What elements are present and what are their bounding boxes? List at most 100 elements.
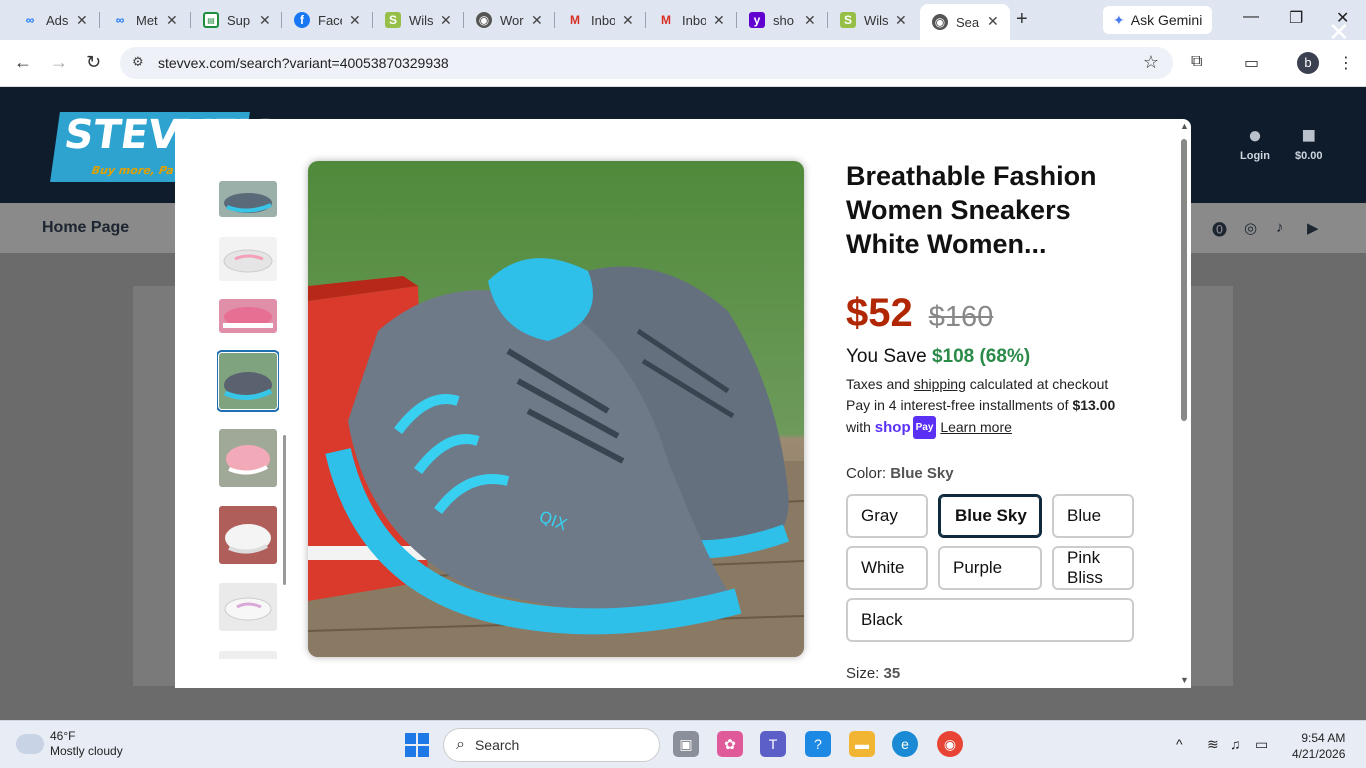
sheet-icon: ▤ xyxy=(203,12,219,28)
shoe-thumbnail-image xyxy=(219,583,277,631)
thumbnail-7[interactable] xyxy=(219,583,277,631)
system-clock[interactable]: 9:54 AM 4/21/2026 xyxy=(1292,730,1345,762)
tab-meta[interactable]: ∞ Met ✕ xyxy=(100,6,178,34)
tab-search-icon[interactable]: ▭ xyxy=(1244,53,1259,73)
profile-avatar[interactable]: b xyxy=(1297,52,1319,74)
globe-icon: ◉ xyxy=(476,12,492,28)
tab-sup[interactable]: ▤ Sup ✕ xyxy=(191,6,271,34)
color-option-blue-sky[interactable]: Blue Sky xyxy=(938,494,1042,538)
scroll-up-icon[interactable]: ▲ xyxy=(1180,121,1189,131)
new-tab-button[interactable]: + xyxy=(1016,8,1028,31)
tab-ads[interactable]: ∞ Ads ✕ xyxy=(10,6,88,34)
thumbnail-list xyxy=(217,179,279,659)
scroll-down-icon[interactable]: ▼ xyxy=(1180,675,1189,685)
thumbnail-8[interactable] xyxy=(219,651,277,659)
login-link[interactable]: ● Login xyxy=(1240,122,1270,162)
file-explorer-icon[interactable]: ▬ xyxy=(849,731,875,757)
tab-search-active[interactable]: ◉ Sea ✕ xyxy=(920,4,1010,40)
facebook-icon: f xyxy=(294,12,310,28)
shoe-thumbnail-image xyxy=(219,429,277,487)
tab-wils-2[interactable]: S Wils ✕ xyxy=(828,6,907,34)
color-option-purple[interactable]: Purple xyxy=(938,546,1042,590)
extensions-icon[interactable]: ⧉ xyxy=(1191,53,1202,71)
color-option-black[interactable]: Black xyxy=(846,598,1134,642)
copilot-icon[interactable]: ✿ xyxy=(717,731,743,757)
learn-more-link[interactable]: Learn more xyxy=(940,419,1012,435)
volume-icon[interactable]: ♫ xyxy=(1230,736,1241,752)
show-hidden-icons[interactable]: ^ xyxy=(1176,736,1183,752)
tiktok-icon[interactable]: ♪ xyxy=(1276,219,1284,236)
shopify-icon: S xyxy=(385,12,401,28)
user-icon: ● xyxy=(1247,122,1263,149)
battery-icon[interactable]: ▭ xyxy=(1255,736,1268,753)
tab-facebook[interactable]: f Face ✕ xyxy=(282,6,361,34)
menu-icon[interactable]: ⋮ xyxy=(1338,53,1354,73)
savings-amount: $108 (68%) xyxy=(931,346,1031,367)
yahoo-icon: y xyxy=(749,12,765,28)
color-label: Color: Blue Sky xyxy=(846,465,954,482)
thumbnail-6[interactable] xyxy=(219,506,277,564)
color-option-pink-bliss[interactable]: Pink Bliss xyxy=(1052,546,1134,590)
shoe-thumbnail-image xyxy=(219,237,277,281)
tab-wils-1[interactable]: S Wils ✕ xyxy=(373,6,452,34)
ask-gemini-button[interactable]: ✦ Ask Gemini xyxy=(1103,6,1212,34)
shoe-thumbnail-image xyxy=(219,506,277,564)
modal-scroll-thumb[interactable] xyxy=(1181,139,1187,421)
back-icon[interactable]: ← xyxy=(14,52,32,73)
restore-icon[interactable]: ❐ xyxy=(1289,8,1303,28)
quick-view-modal: QIX Breathable Fashion Women Sneakers Wh… xyxy=(175,119,1191,688)
thumbnail-5[interactable] xyxy=(219,429,277,487)
pinterest-icon[interactable]: ⓿ xyxy=(1212,219,1227,240)
installments-note: Pay in 4 interest-free installments of $… xyxy=(846,395,1146,439)
taskbar-search[interactable]: ⌕ Search xyxy=(443,728,660,762)
cart-link[interactable]: ■ $0.00 xyxy=(1295,122,1323,162)
weather-widget[interactable]: 46°F Mostly cloudy xyxy=(16,729,123,759)
nav-home-link[interactable]: Home Page xyxy=(42,219,129,237)
thumbnail-4-selected[interactable] xyxy=(217,350,279,412)
savings-text: You Save $108 (68%) xyxy=(846,346,1031,367)
shipping-link[interactable]: shipping xyxy=(914,376,966,392)
windows-taskbar: 46°F Mostly cloudy ⌕ Search ▣ ✿ T ? ▬ e … xyxy=(0,720,1366,768)
forward-icon[interactable]: → xyxy=(50,52,68,73)
chrome-icon[interactable]: ◉ xyxy=(937,731,963,757)
tab-inbox-1[interactable]: M Inbo ✕ xyxy=(555,6,634,34)
close-modal-icon[interactable]: ✕ xyxy=(1328,17,1350,48)
size-label: Size: 35 xyxy=(846,665,901,682)
browser-tab-strip: ∞ Ads ✕ ∞ Met ✕ ▤ Sup ✕ f Face ✕ S Wils … xyxy=(0,0,1366,40)
close-tab-icon[interactable]: ✕ xyxy=(987,13,1000,30)
bookmark-star-icon[interactable]: ☆ xyxy=(1143,52,1159,73)
address-bar[interactable]: ⚙ stevvex.com/search?variant=40053870329… xyxy=(120,47,1173,79)
site-info-icon[interactable]: ⚙ xyxy=(132,54,144,70)
color-option-blue[interactable]: Blue xyxy=(1052,494,1134,538)
task-view-icon[interactable]: ▣ xyxy=(673,731,699,757)
thumbnail-1[interactable] xyxy=(219,181,277,217)
shoe-thumbnail-image xyxy=(219,299,277,333)
modal-scrollbar[interactable]: ▲ ▼ xyxy=(1179,121,1189,685)
tab-inbox-2[interactable]: M Inbo ✕ xyxy=(646,6,725,34)
compare-price: $160 xyxy=(928,301,994,333)
price-block: $52 $160 xyxy=(846,291,1146,336)
tab-wor[interactable]: ◉ Wor ✕ xyxy=(464,6,543,34)
youtube-icon[interactable]: ▶ xyxy=(1307,219,1319,237)
start-button[interactable] xyxy=(405,733,429,757)
webpage: STEVVEX Buy more, Pa ● Login ■ $0.00 Hom… xyxy=(0,87,1366,720)
color-option-white[interactable]: White xyxy=(846,546,928,590)
shop-pay-logo: shop Pay xyxy=(875,416,937,439)
color-option-gray[interactable]: Gray xyxy=(846,494,928,538)
product-info: Breathable Fashion Women Sneakers White … xyxy=(846,159,1146,682)
edge-icon[interactable]: e xyxy=(892,731,918,757)
search-icon: ⌕ xyxy=(456,736,465,753)
reload-icon[interactable]: ↻ xyxy=(86,52,101,73)
teams-icon[interactable]: T xyxy=(760,731,786,757)
help-icon[interactable]: ? xyxy=(805,731,831,757)
product-main-image[interactable]: QIX xyxy=(308,161,804,657)
minimize-icon[interactable]: — xyxy=(1243,8,1259,26)
thumbnail-3[interactable] xyxy=(219,299,277,333)
shopping-bag-icon: ■ xyxy=(1301,122,1317,149)
tab-yahoo[interactable]: y sho ✕ xyxy=(737,6,816,34)
color-options: Gray Blue Sky Blue White Purple Pink Bli… xyxy=(846,494,1134,642)
instagram-icon[interactable]: ◎ xyxy=(1244,219,1257,237)
wifi-icon[interactable]: ≋ xyxy=(1207,736,1219,753)
thumbnail-scrollbar[interactable] xyxy=(283,435,286,585)
thumbnail-2[interactable] xyxy=(219,237,277,281)
